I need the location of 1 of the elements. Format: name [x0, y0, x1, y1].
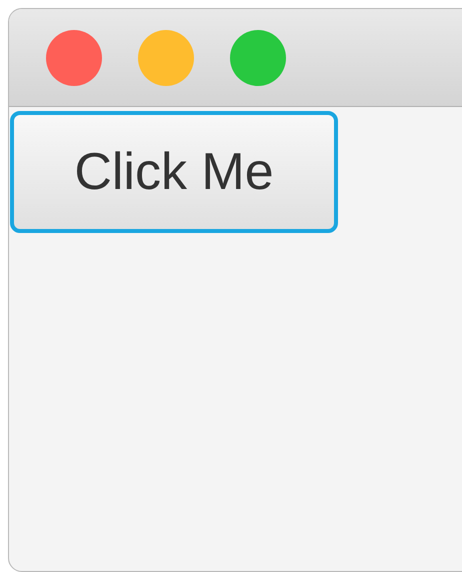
click-me-button[interactable]: Click Me [10, 111, 338, 233]
